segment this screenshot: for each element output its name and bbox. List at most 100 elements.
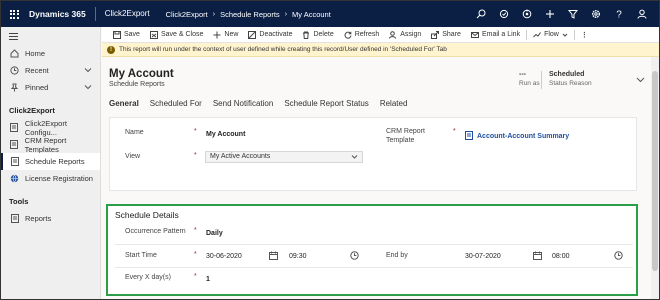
- command-divider: [573, 29, 575, 40]
- breadcrumb-item[interactable]: Click2Export: [166, 10, 208, 19]
- sidebar-item-license-registration[interactable]: License Registration: [1, 170, 100, 187]
- sidebar-item-label: Schedule Reports: [25, 157, 85, 166]
- delete-button[interactable]: Delete: [297, 27, 338, 43]
- template-lookup-link[interactable]: Account-Account Summary: [465, 131, 569, 142]
- tab-send-notification[interactable]: Send Notification: [213, 99, 273, 108]
- status-value: Scheduled: [549, 71, 585, 78]
- sidebar-section-title: Click2Export: [9, 106, 55, 115]
- calendar-icon[interactable]: [269, 251, 278, 262]
- chevron-right-icon: ›: [284, 10, 288, 18]
- help-target-icon[interactable]: [515, 1, 538, 27]
- status-label: Status Reason: [549, 80, 592, 87]
- header-divider: [541, 71, 542, 89]
- sidebar-item-label: Home: [25, 49, 46, 58]
- deactivate-icon: [248, 30, 257, 39]
- chevron-down-icon[interactable]: [84, 66, 92, 76]
- home-icon: [9, 49, 20, 58]
- required-marker: *: [194, 251, 197, 258]
- save-label: Save: [124, 31, 140, 38]
- tab-general[interactable]: General: [109, 99, 139, 108]
- app-name[interactable]: Click2Export: [94, 7, 150, 21]
- notification-bar: ! This report will run under the context…: [102, 43, 659, 57]
- command-divider: [526, 29, 528, 40]
- every-x-days-label: Every X day(s): [125, 274, 171, 281]
- assign-button[interactable]: Assign: [384, 27, 426, 43]
- view-select-value: My Active Accounts: [210, 153, 271, 160]
- save-close-label: Save & Close: [160, 31, 204, 38]
- trash-icon: [303, 31, 310, 39]
- header-status-reason[interactable]: Scheduled Status Reason: [549, 71, 592, 87]
- app-launcher-icon[interactable]: [1, 1, 27, 27]
- chevron-right-icon: ›: [212, 10, 216, 18]
- end-date-input[interactable]: 30-07-2020: [465, 253, 501, 260]
- scrollbar-thumb[interactable]: [652, 71, 658, 271]
- sidebar-section-title: Tools: [9, 197, 29, 206]
- more-commands-icon[interactable]: ⋮: [576, 27, 593, 43]
- tab-scheduled-for[interactable]: Scheduled For: [150, 99, 202, 108]
- lightbulb-icon[interactable]: [492, 1, 515, 27]
- email-link-button[interactable]: Email a Link: [466, 27, 525, 43]
- flow-button[interactable]: Flow: [528, 27, 573, 43]
- start-date-input[interactable]: 30-06-2020: [206, 253, 242, 260]
- clock-icon[interactable]: [350, 251, 359, 262]
- refresh-button[interactable]: Refresh: [339, 27, 385, 43]
- doc-icon: [9, 123, 20, 132]
- required-marker: *: [194, 128, 197, 135]
- notification-text: This report will run under the context o…: [119, 46, 447, 53]
- settings-icon[interactable]: [584, 1, 607, 27]
- chevron-down-icon: [562, 33, 568, 37]
- tab-schedule-report-status[interactable]: Schedule Report Status: [284, 99, 369, 108]
- sidebar-item-recent[interactable]: Recent: [1, 62, 100, 79]
- deactivate-button[interactable]: Deactivate: [243, 27, 297, 43]
- save-button[interactable]: Save: [108, 27, 145, 43]
- brand-name[interactable]: Dynamics 365: [27, 9, 95, 19]
- doc-icon: [9, 214, 20, 223]
- filter-icon[interactable]: [561, 1, 584, 27]
- expand-header-chevron-icon[interactable]: [636, 75, 645, 86]
- start-time-label: Start Time: [125, 252, 157, 259]
- clock-icon[interactable]: [614, 251, 623, 262]
- tab-related[interactable]: Related: [380, 99, 408, 108]
- share-button[interactable]: Share: [426, 27, 466, 43]
- sidebar-item-label: Pinned: [25, 83, 49, 92]
- sidebar-item-label: Recent: [25, 66, 49, 75]
- occurrence-pattern-label: Occurrence Pattern: [125, 228, 186, 235]
- chevron-down-icon[interactable]: [84, 83, 92, 93]
- end-time-input[interactable]: 08:00: [552, 253, 570, 260]
- svg-text:?: ?: [616, 10, 622, 20]
- assign-label: Assign: [400, 31, 422, 38]
- new-label: New: [224, 31, 239, 38]
- start-time-input[interactable]: 09:30: [289, 253, 307, 260]
- sidebar-item-home[interactable]: Home: [1, 45, 100, 62]
- sidebar-item-schedule-reports[interactable]: Schedule Reports: [1, 153, 100, 170]
- hamburger-menu-icon[interactable]: [1, 27, 100, 45]
- sidebar-item-crm-report-templates[interactable]: CRM Report Templates: [1, 136, 100, 154]
- globe-icon: [9, 174, 20, 183]
- question-icon[interactable]: ?: [607, 1, 630, 27]
- breadcrumb-item[interactable]: Schedule Reports: [220, 10, 280, 19]
- add-icon[interactable]: [538, 1, 561, 27]
- view-select[interactable]: My Active Accounts: [205, 151, 363, 163]
- run-as-value: ---: [519, 71, 526, 78]
- search-icon[interactable]: [469, 1, 492, 27]
- share-label: Share: [442, 31, 461, 38]
- user-icon[interactable]: [630, 1, 653, 27]
- required-marker: *: [194, 227, 197, 234]
- run-as-label: Run as: [519, 80, 540, 87]
- save-and-close-button[interactable]: Save & Close: [145, 27, 208, 43]
- occurrence-pattern-field[interactable]: Daily: [206, 230, 223, 237]
- header-run-as[interactable]: --- Run as: [519, 71, 540, 87]
- every-x-days-input[interactable]: 1: [206, 276, 210, 283]
- email-icon: [470, 31, 479, 38]
- sidebar-item-reports[interactable]: Reports: [1, 210, 100, 227]
- required-marker: *: [194, 273, 197, 280]
- name-field[interactable]: My Account: [206, 131, 245, 138]
- sidebar-item-click2export-configuration[interactable]: Click2Export Configu...: [1, 119, 100, 137]
- command-bar: Save Save & Close New Deactivate Delete …: [102, 27, 659, 43]
- sidebar-item-pinned[interactable]: Pinned: [1, 79, 100, 96]
- save-close-icon: [149, 30, 158, 39]
- new-button[interactable]: New: [208, 27, 243, 43]
- delete-label: Delete: [313, 31, 334, 38]
- calendar-icon[interactable]: [533, 251, 542, 262]
- general-section: [109, 117, 637, 191]
